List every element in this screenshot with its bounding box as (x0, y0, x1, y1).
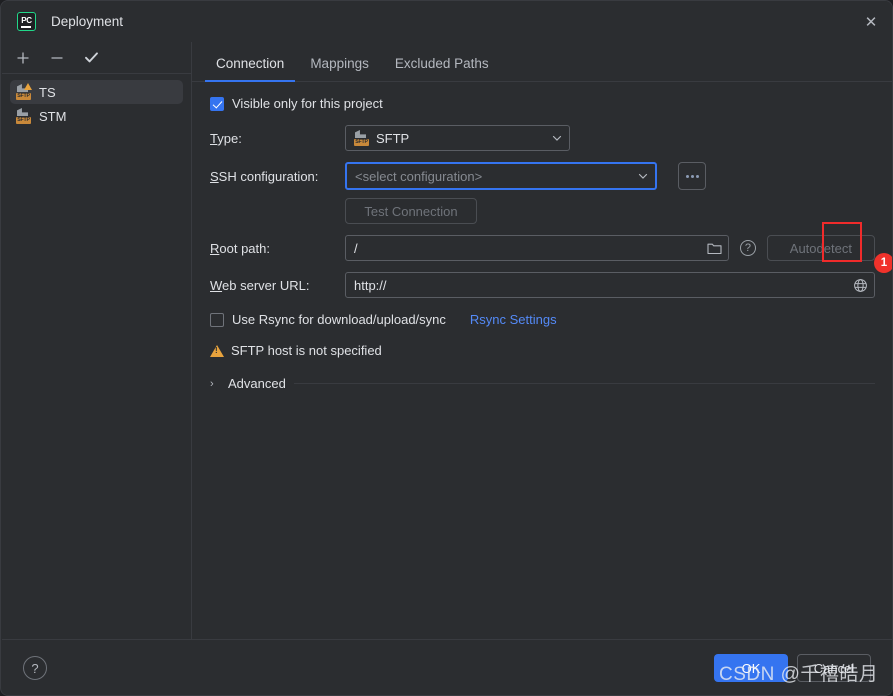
rsync-settings-link[interactable]: Rsync Settings (470, 312, 557, 327)
warning-text: SFTP host is not specified (231, 343, 382, 358)
ssh-label-rest: SH configuration: (218, 168, 319, 184)
chevron-right-icon: › (210, 377, 214, 390)
web-server-url-mnemonic: W (210, 277, 223, 293)
sftp-icon: SFTP (16, 108, 32, 124)
test-connection-button[interactable]: Test Connection (345, 198, 477, 224)
window-title: Deployment (51, 14, 124, 29)
chevron-down-icon (552, 135, 562, 141)
tab-bar: Connection Mappings Excluded Paths (192, 42, 892, 82)
chevron-down-icon (638, 173, 648, 179)
test-connection-row: Test Connection (210, 198, 875, 224)
root-path-row: Root path: / ? Autodetect (210, 235, 875, 261)
advanced-divider (293, 383, 875, 384)
root-path-value: / (354, 240, 358, 256)
sftp-warning-icon: SFTP (16, 83, 32, 100)
root-path-mnemonic: R (210, 240, 220, 256)
ssh-configuration-combobox[interactable]: <select configuration> (345, 162, 657, 190)
check-icon (84, 52, 98, 63)
root-path-help-icon[interactable]: ? (739, 240, 756, 256)
servers-toolbar (2, 42, 191, 74)
tab-connection[interactable]: Connection (203, 56, 297, 82)
sidebar-item-ts[interactable]: SFTP TS (10, 80, 183, 104)
sftp-icon: SFTP (354, 130, 370, 146)
tab-excluded-paths[interactable]: Excluded Paths (382, 56, 502, 81)
ssh-mnemonic: S (210, 168, 219, 184)
ssh-configuration-label: SSH configuration: (210, 169, 345, 184)
root-path-label: Root path: (210, 241, 345, 256)
ssh-configuration-row: SSH configuration: <select configuration… (210, 162, 875, 190)
sidebar-item-stm[interactable]: SFTP STM (10, 104, 183, 128)
cancel-button[interactable]: Cancel (797, 654, 871, 682)
rsync-checkbox-label: Use Rsync for download/upload/sync (232, 312, 446, 327)
web-server-url-field[interactable]: http:// (345, 272, 875, 298)
help-button[interactable]: ? (23, 656, 47, 680)
connection-form: Visible only for this project Type: SFTP… (192, 82, 892, 391)
type-combobox-value-wrap: SFTP SFTP (354, 130, 551, 146)
annotation-badge-1: 1 (874, 253, 892, 273)
servers-panel: SFTP TS SFTP STM (2, 42, 192, 639)
pycharm-logo-text: PC (21, 15, 32, 25)
ssh-configuration-placeholder: <select configuration> (355, 168, 483, 184)
type-combobox[interactable]: SFTP SFTP (345, 125, 570, 151)
title-bar: PC Deployment ✕ (1, 1, 892, 42)
warning-row: SFTP host is not specified (210, 343, 875, 358)
footer-actions: OK Cancel (714, 654, 871, 682)
autodetect-button[interactable]: Autodetect (766, 235, 875, 261)
rsync-checkbox[interactable] (210, 312, 224, 327)
globe-icon[interactable] (853, 278, 868, 293)
root-path-label-rest: oot path: (219, 240, 270, 256)
plus-icon (17, 52, 29, 63)
web-server-url-row: Web server URL: http:// (210, 272, 875, 298)
add-server-button[interactable] (14, 49, 32, 67)
remove-server-button[interactable] (48, 49, 66, 67)
root-path-field[interactable]: / (345, 235, 730, 261)
sidebar-item-label: TS (39, 84, 56, 100)
connection-panel: Connection Mappings Excluded Paths Visib… (192, 42, 892, 639)
web-server-url-label: Web server URL: (210, 278, 345, 293)
type-label-rest: ype: (217, 130, 242, 146)
type-row: Type: SFTP SFTP (210, 125, 875, 151)
type-combobox-value: SFTP (376, 130, 410, 146)
web-server-url-value: http:// (354, 277, 387, 293)
visible-only-label: Visible only for this project (232, 96, 383, 111)
rsync-row: Use Rsync for download/upload/sync Rsync… (210, 312, 875, 327)
ok-button[interactable]: OK (714, 654, 788, 682)
pycharm-logo-icon: PC (17, 12, 36, 31)
sidebar-item-label: STM (39, 108, 67, 124)
warning-triangle-icon (210, 344, 224, 357)
advanced-section-header[interactable]: › Advanced (210, 376, 875, 391)
tab-mappings[interactable]: Mappings (297, 56, 382, 81)
type-label: Type: (210, 131, 345, 146)
advanced-label: Advanced (228, 376, 286, 391)
visible-only-row: Visible only for this project (210, 96, 875, 111)
close-icon[interactable]: ✕ (848, 1, 892, 42)
visible-only-checkbox[interactable] (210, 96, 224, 111)
ssh-configuration-browse-button[interactable] (678, 162, 706, 190)
servers-tree: SFTP TS SFTP STM (2, 74, 191, 128)
dialog-footer: ? OK Cancel (2, 639, 892, 695)
folder-icon[interactable] (707, 242, 722, 255)
deployment-dialog: PC Deployment ✕ SFTP TS SFTP STM Connect… (0, 0, 893, 696)
web-server-url-label-rest: eb server URL: (222, 277, 310, 293)
set-default-button[interactable] (82, 49, 100, 67)
minus-icon (51, 56, 63, 59)
pycharm-logo-bar (21, 25, 31, 28)
